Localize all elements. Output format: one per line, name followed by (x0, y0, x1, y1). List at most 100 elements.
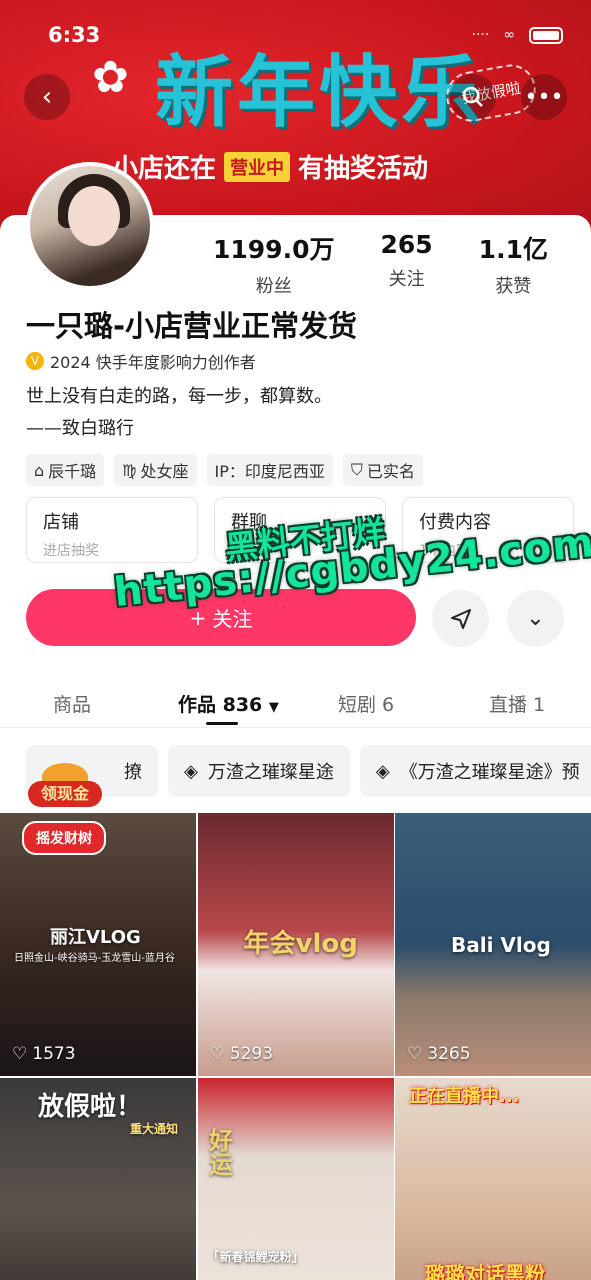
heart-icon: ♡ (12, 1044, 28, 1064)
tag-label: 已实名 (366, 462, 415, 481)
video-subcaption: 璐璐对话黑粉 (425, 1262, 545, 1280)
tab-products[interactable]: 商品 (53, 690, 91, 717)
video-card[interactable]: Bali Vlog ♡ 3265 (395, 813, 591, 1076)
banner-sub-tag: 营业中 (224, 151, 291, 182)
entry-title: 店铺 (43, 512, 79, 533)
video-card[interactable]: 年会vlog ♡ 5293 (197, 813, 394, 1076)
signal-icon: ···· (471, 27, 490, 43)
stat-likes[interactable]: 1.1亿 获赞 (479, 230, 548, 298)
avatar-face (68, 186, 120, 246)
video-caption: 好运 (204, 1128, 233, 1176)
tab-works[interactable]: 作品 836 ▼ (178, 690, 279, 717)
video-subcaption: 「新春锦鲤宠粉」 (207, 1250, 304, 1264)
collection-item[interactable]: ◈ 万渣之璀璨星途 (168, 745, 350, 797)
stat-number: 1.1亿 (478, 235, 548, 264)
stat-label: 获赞 (495, 276, 532, 297)
heart-icon: ♡ (209, 1044, 225, 1064)
more-dots-icon: ••• (524, 84, 564, 110)
profile-stats: 1199.0万 粉丝 265 关注 1.1亿 获赞 (190, 230, 571, 298)
video-badge: 摇发财树 (22, 821, 106, 855)
certification[interactable]: V 2024 快手年度影响力创作者 (26, 349, 256, 373)
certification-text: 2024 快手年度影响力创作者 (50, 353, 256, 372)
collection-label: 撩 (124, 762, 142, 783)
video-caption: 放假啦！ (38, 1092, 143, 1122)
more-button[interactable]: ••• (521, 74, 567, 120)
video-likes: ♡ 1573 (12, 1044, 76, 1064)
stat-following[interactable]: 265 关注 (380, 230, 432, 298)
bio-line: 世上没有白走的路，每一步，都算数。 (26, 386, 332, 407)
video-card[interactable]: 摇发财树 丽江VLOG 日照金山-峡谷骑马-玉龙雪山-蓝月谷 ♡ 1573 (0, 813, 196, 1076)
link-icon: ∞ (503, 27, 515, 43)
status-bar: 6:33 ···· ∞ (48, 22, 563, 48)
send-message-button[interactable] (432, 590, 489, 647)
video-card[interactable]: 放假啦！ 重大通知 (0, 1078, 196, 1280)
tab-live[interactable]: 直播 1 (489, 690, 545, 717)
expand-button[interactable]: ⌄ (507, 590, 564, 647)
video-subcaption: 日照金山-峡谷骑马-玉龙雪山-蓝月谷 (14, 953, 175, 964)
tag-chip[interactable]: ♍ 处女座 (114, 454, 197, 486)
chevron-down-icon: ⌄ (526, 606, 545, 631)
verified-badge-icon: V (26, 352, 44, 370)
plus-icon: + (189, 605, 207, 630)
stat-number: 265 (380, 230, 433, 259)
stat-number: 1199.0万 (213, 235, 335, 264)
like-count: 3265 (427, 1044, 471, 1064)
profile-name: 一只璐-小店营业正常发货 (26, 309, 358, 343)
bio-line: ——致白璐行 (26, 418, 134, 439)
tag-label: IP：印度尼西亚 (214, 462, 325, 481)
stat-label: 粉丝 (255, 276, 292, 297)
tab-short-dramas[interactable]: 短剧 6 (338, 690, 394, 717)
banner-subtitle: 小店还在 营业中 有抽奖活动 (112, 148, 428, 185)
tag-chip: IP：印度尼西亚 (206, 454, 333, 486)
stat-followers[interactable]: 1199.0万 粉丝 (213, 230, 334, 298)
follow-label: 关注 (212, 607, 253, 631)
like-count: 5293 (229, 1044, 274, 1064)
send-icon (450, 608, 471, 629)
stat-label: 关注 (388, 269, 425, 290)
video-grid: 摇发财树 丽江VLOG 日照金山-峡谷骑马-玉龙雪山-蓝月谷 ♡ 1573 年会v… (0, 813, 591, 1280)
back-button[interactable]: ‹ (24, 74, 70, 120)
cash-reward-badge[interactable]: 领现金 (28, 763, 102, 808)
heart-icon: ♡ (407, 1044, 423, 1064)
status-time: 6:33 (48, 23, 101, 47)
banner-sub-right: 有抽奖活动 (298, 154, 429, 184)
collection-item[interactable]: ◈ 《万渣之璀璨星途》预 (359, 745, 591, 797)
collection-label: 《万渣之璀璨星途》预 (399, 762, 580, 783)
shield-check-icon: ⛉ (350, 460, 363, 479)
video-caption: 年会vlog (243, 929, 358, 959)
battery-icon (529, 26, 563, 44)
video-caption: 丽江VLOG (50, 927, 141, 948)
caret-down-icon: ▼ (268, 700, 279, 715)
stack-icon: ◈ (184, 760, 198, 782)
active-tab-indicator (206, 722, 238, 725)
school-icon: ⌂ (34, 460, 45, 480)
avatar[interactable] (26, 162, 154, 290)
chevron-left-icon: ‹ (41, 82, 53, 112)
search-button[interactable] (450, 74, 496, 120)
zodiac-icon: ♍ (122, 460, 137, 480)
profile-bio: 世上没有白走的路，每一步，都算数。 ——致白璐行 (26, 381, 332, 445)
video-likes: ♡ 5293 (210, 1044, 274, 1064)
tab-label: 作品 836 (178, 694, 263, 716)
status-icons: ···· ∞ (471, 26, 563, 44)
tag-chip[interactable]: ⌂ 辰千璐 (26, 454, 105, 486)
like-count: 1573 (32, 1044, 76, 1064)
collection-label: 万渣之璀璨星途 (207, 762, 334, 783)
video-likes: ♡ 3265 (407, 1044, 471, 1064)
profile-tags: ⌂ 辰千璐 ♍ 处女座 IP：印度尼西亚 ⛉ 已实名 (26, 454, 423, 486)
tag-label: 辰千璐 (48, 462, 97, 481)
search-icon (462, 86, 483, 107)
tag-chip: ⛉ 已实名 (342, 454, 423, 486)
stack-icon: ◈ (375, 760, 390, 782)
collections-row: 撩 ◈ 万渣之璀璨星途 ◈ 《万渣之璀璨星途》预 (26, 745, 591, 797)
flower-decoration-icon: ✿ (92, 52, 129, 103)
cash-reward-label: 领现金 (28, 781, 102, 807)
tag-label: 处女座 (140, 462, 189, 481)
video-subcaption: 重大通知 (130, 1122, 179, 1136)
content-tabs: 商品 作品 836 ▼ 短剧 6 直播 1 (0, 680, 591, 728)
video-caption: 正在直播中... (409, 1086, 520, 1107)
video-card[interactable]: 正在直播中... 璐璐对话黑粉 (395, 1078, 591, 1280)
entry-subtitle: 进店抽奖 (43, 543, 99, 559)
entry-shop[interactable]: 店铺 进店抽奖 (26, 497, 198, 563)
video-card[interactable]: 好运 「新春锦鲤宠粉」 (197, 1078, 394, 1280)
